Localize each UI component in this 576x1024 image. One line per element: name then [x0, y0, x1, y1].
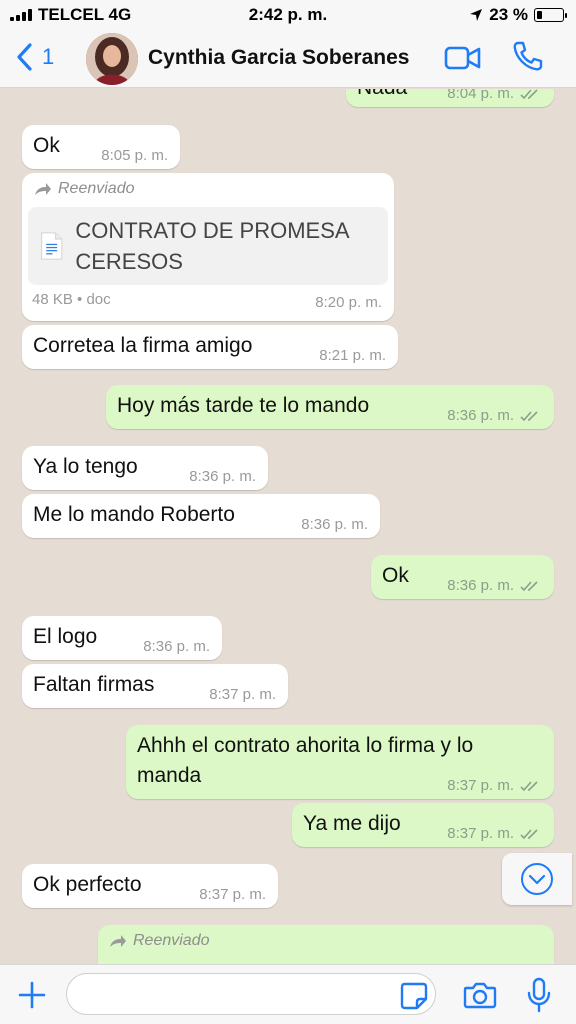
message-bubble-incoming[interactable]: Ya lo tengo 8:36 p. m.: [22, 446, 268, 490]
sticker-icon[interactable]: [400, 982, 428, 1010]
message-text: Me lo mando Roberto: [33, 503, 235, 526]
message-text: Ok: [382, 564, 409, 587]
message-time: 8:36 p. m.: [301, 516, 368, 533]
message-text: Ok perfecto: [33, 873, 142, 896]
forwarded-label: Reenviado: [58, 180, 135, 197]
message-time: 8:37 p. m.: [447, 777, 514, 794]
read-ticks-icon: [520, 89, 538, 100]
message-bubble-outgoing[interactable]: Hoy más tarde te lo mando 8:36 p. m.: [106, 385, 554, 429]
document-icon: [40, 232, 63, 260]
contact-name[interactable]: Cynthia Garcia Soberanes: [148, 46, 409, 70]
read-ticks-icon: [520, 581, 538, 592]
chevron-left-icon: [17, 43, 32, 71]
message-text: Corretea la firma amigo: [33, 334, 253, 357]
message-bubble-incoming[interactable]: Me lo mando Roberto 8:36 p. m.: [22, 494, 380, 538]
chat-area[interactable]: Nada 8:04 p. m. Ok 8:05 p. m. Reenviado …: [0, 89, 576, 964]
message-bubble-outgoing[interactable]: Ok 8:36 p. m.: [371, 555, 554, 599]
document-attachment[interactable]: CONTRATO DE PROMESA CERESOS: [28, 207, 388, 285]
camera-icon[interactable]: [463, 981, 497, 1009]
message-time: 8:37 p. m.: [209, 686, 276, 703]
video-call-icon[interactable]: [444, 45, 482, 71]
message-bubble-incoming[interactable]: Faltan firmas 8:37 p. m.: [22, 664, 288, 708]
message-text: Ahhh el contrato ahorita lo firma y lo m…: [137, 734, 474, 787]
forward-arrow-icon: [110, 935, 126, 947]
message-text: Hoy más tarde te lo mando: [117, 394, 370, 417]
message-text: Faltan firmas: [33, 673, 155, 696]
read-ticks-icon: [520, 781, 538, 792]
battery-icon: [534, 8, 567, 22]
message-bubble-outgoing[interactable]: Reenviado: [98, 925, 554, 964]
message-bubble-outgoing[interactable]: Nada 8:04 p. m.: [346, 89, 554, 107]
message-bubble-outgoing[interactable]: Ya me dijo 8:37 p. m.: [292, 803, 554, 847]
message-time: 8:36 p. m.: [447, 577, 514, 594]
battery-percent: 23 %: [489, 5, 528, 24]
message-text: Nada: [357, 89, 407, 99]
read-ticks-icon: [520, 829, 538, 840]
compose-bar: [0, 964, 576, 1024]
battery-level: [537, 11, 542, 19]
chat-header: 1 Cynthia Garcia Soberanes: [0, 30, 576, 88]
message-time: 8:36 p. m.: [447, 407, 514, 424]
message-time: 8:04 p. m.: [447, 89, 514, 102]
message-time: 8:20 p. m.: [315, 294, 382, 311]
forward-arrow-icon: [35, 183, 51, 195]
chevron-down-circle-icon: [521, 863, 553, 895]
message-text: El logo: [33, 625, 98, 648]
message-bubble-incoming[interactable]: Ok 8:05 p. m.: [22, 125, 180, 169]
message-text: Ya me dijo: [303, 812, 401, 835]
phone-call-icon[interactable]: [512, 40, 544, 72]
avatar[interactable]: [86, 33, 138, 85]
message-time: 8:05 p. m.: [101, 147, 168, 164]
message-time: 8:21 p. m.: [319, 347, 386, 364]
message-time: 8:36 p. m.: [189, 468, 256, 485]
plus-icon[interactable]: [18, 981, 46, 1009]
microphone-icon[interactable]: [526, 977, 552, 1013]
document-message[interactable]: Reenviado CONTRATO DE PROMESA CERESOS 48…: [22, 173, 394, 321]
avatar-image: [86, 33, 138, 85]
message-bubble-outgoing[interactable]: Ahhh el contrato ahorita lo firma y lo m…: [126, 725, 554, 799]
message-time: 8:36 p. m.: [143, 638, 210, 655]
location-icon: [470, 9, 483, 21]
message-bubble-incoming[interactable]: Corretea la firma amigo 8:21 p. m.: [22, 325, 398, 369]
forwarded-label: Reenviado: [133, 932, 210, 949]
message-input[interactable]: [66, 973, 436, 1015]
message-time: 8:37 p. m.: [447, 825, 514, 842]
message-time: 8:37 p. m.: [199, 886, 266, 903]
scroll-to-bottom-button[interactable]: [502, 853, 572, 905]
read-ticks-icon: [520, 411, 538, 422]
unread-count: 1: [42, 44, 55, 69]
message-bubble-incoming[interactable]: Ok perfecto 8:37 p. m.: [22, 864, 278, 908]
message-text: Ya lo tengo: [33, 455, 138, 478]
status-bar: TELCEL 4G 2:42 p. m. 23 %: [0, 0, 576, 30]
message-text: Ok: [33, 134, 60, 157]
back-button[interactable]: 1: [16, 43, 54, 71]
message-bubble-incoming[interactable]: El logo 8:36 p. m.: [22, 616, 222, 660]
document-title: CONTRATO DE PROMESA CERESOS: [75, 218, 349, 274]
